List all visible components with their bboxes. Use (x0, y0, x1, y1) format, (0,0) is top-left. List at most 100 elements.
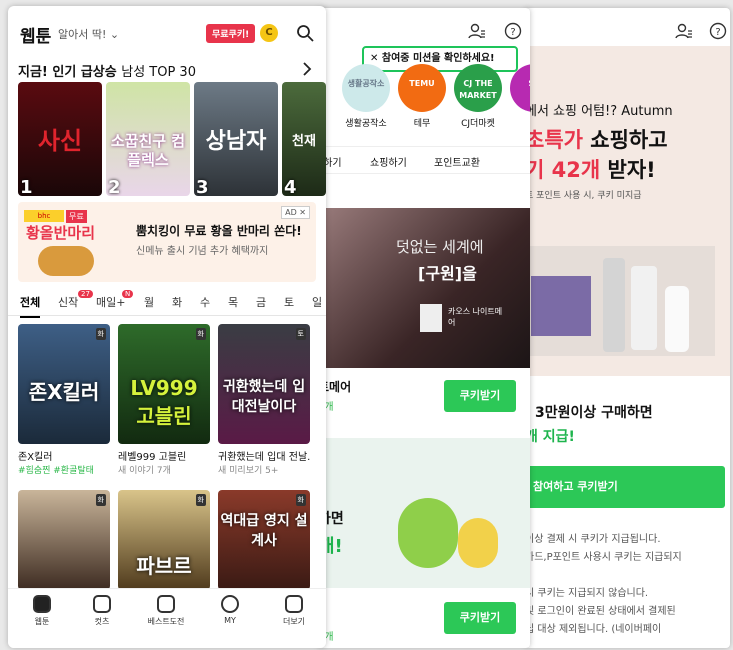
tab-webtoon[interactable]: 웹툰 (12, 595, 72, 627)
tab-daily[interactable]: 매일+ N (96, 290, 134, 310)
brand-label: 테무 (413, 119, 431, 129)
banner-line3: 기 42개 받자! (525, 158, 656, 182)
tab-sat[interactable]: 토 (284, 294, 294, 310)
brand-logo[interactable]: 생활공작소 (342, 64, 390, 112)
webtoon-tags: #힘숨찐 #환골탈태 (18, 466, 94, 476)
more-icon (285, 595, 303, 613)
top-ranking-list: 사신 1 소꿉친구 컴플렉스 2 상남자 3 천재 4 (18, 82, 326, 196)
game-logo-icon (420, 304, 442, 332)
svg-text:?: ? (715, 27, 720, 38)
ad-banner[interactable]: bhc 무료 황올반마리 뿜치킹이 무료 황올 반마리 쏜다! 신메뉴 출시 기… (18, 202, 316, 282)
join-cookie-button[interactable]: 참여하고 쿠키받기 (525, 466, 725, 508)
tab-new[interactable]: 신작 27 (58, 290, 93, 310)
search-icon[interactable] (296, 24, 314, 42)
webtoon-card[interactable]: 화 (18, 490, 110, 590)
chevron-down-icon: ⌄ (106, 28, 120, 41)
webtoon-card[interactable]: LV999 고블린 화 레벨999 고블린 새 이야기 7개 (118, 324, 210, 476)
webtoon-card[interactable]: 파브르 화 (118, 490, 210, 590)
mascot-image (458, 518, 498, 568)
new-badge: N (122, 290, 134, 298)
tab-my[interactable]: MY (200, 595, 260, 625)
brand-logo[interactable]: SS (510, 64, 530, 112)
tab-thu[interactable]: 목 (228, 294, 238, 310)
tab[interactable]: 쇼핑하기 (370, 154, 407, 169)
webtoon-card[interactable]: 역대급 영지 설계사 화 (218, 490, 310, 590)
shopping-screen: ? ✕ 참여중 미션을 확인하세요! 생활공작소 TEMU CJ THE MAR… (318, 8, 530, 648)
webtoon-title: 귀환했는데 입대 전날... (218, 452, 310, 463)
tab-all[interactable]: 전체 (20, 294, 41, 318)
webtoon-home-screen: 웹툰 알아서 딱! ⌄ 무료쿠키! C 지금! 인기 급상승 남성 TOP 30… (8, 6, 326, 648)
webtoon-card[interactable]: 존X킬러 화 존X킬러 #힘숨찐 #환골탈태 (18, 324, 110, 476)
condition-title: 3만원이상 구매하면 (535, 405, 653, 421)
webtoon-update: 새 이야기 7개 (118, 466, 171, 476)
banner-text: 덧없는 세계에 (396, 238, 484, 256)
tab-fri[interactable]: 금 (256, 294, 266, 310)
tab-more[interactable]: 더보기 (264, 595, 324, 627)
ad-close-button[interactable]: AD ✕ (281, 206, 310, 219)
webtoon-thumbnail: 존X킬러 화 (18, 324, 110, 444)
tab[interactable]: 포인트교환 (434, 154, 480, 169)
tab-cuts[interactable]: 컷츠 (72, 595, 132, 627)
banner-line1: 에서 쇼핑 어텀!? Autumn (525, 104, 673, 119)
autumn-offer-banner[interactable]: 하면 개! (318, 438, 530, 588)
webtoon-card[interactable]: 귀환했는데 입대전날이다 토 귀환했는데 입대 전날... 새 미리보기 5+ (218, 324, 310, 476)
brand-logo[interactable]: CJ THE MARKET (454, 64, 502, 112)
weekday-tabs: 전체 신작 27 매일+ N 월 화 수 목 금 토 일 (8, 288, 326, 318)
header: 웹툰 알아서 딱! ⌄ 무료쿠키! C (8, 6, 326, 58)
autumn-banner: 에서 쇼핑 어텀!? Autumn 초특가 쇼핑하고 기 42개 받자! 트 포… (525, 46, 730, 376)
section-title[interactable]: 지금! 인기 급상승 남성 TOP 30 (18, 61, 196, 80)
help-icon[interactable]: ? (709, 22, 727, 40)
ad-subtitle: 신메뉴 출시 기념 추가 혜택까지 (136, 246, 269, 257)
svg-text:?: ? (510, 27, 515, 38)
app-logo[interactable]: 웹툰 (20, 22, 51, 47)
recommend-dropdown[interactable]: 알아서 딱! ⌄ (58, 26, 119, 42)
tab-tue[interactable]: 화 (172, 294, 182, 310)
webtoon-icon (33, 595, 51, 613)
tab-best[interactable]: 베스트도전 (136, 595, 196, 627)
webtoon-title: 레벨999 고블린 (118, 452, 187, 463)
webtoon-thumbnail: 귀환했는데 입대전날이다 토 (218, 324, 310, 444)
note-line: 및 로그인이 완료된 상태에서 결제된 (525, 606, 676, 617)
brand-logo[interactable]: TEMU (398, 64, 446, 112)
chicken-image (38, 246, 94, 276)
help-icon[interactable]: ? (504, 22, 522, 40)
brand-label: SS (506, 116, 530, 126)
webtoon-title: 존X킬러 (18, 452, 53, 463)
ranking-item[interactable]: 사신 1 (18, 82, 102, 196)
chevron-right-icon[interactable] (298, 60, 316, 78)
tab-sun[interactable]: 일 (312, 294, 322, 310)
offer-row: 3개 쿠키받기 (318, 588, 530, 648)
user-list-icon[interactable] (468, 22, 486, 40)
smile-icon (221, 595, 239, 613)
webtoon-thumbnail: LV999 고블린 화 (118, 324, 210, 444)
free-cookie-button[interactable]: 무료쿠키! (206, 24, 256, 43)
note-line: 이상 결제 시 쿠키가 지급됩니다. (525, 534, 661, 545)
tab-mon[interactable]: 월 (144, 294, 154, 310)
user-list-icon[interactable] (675, 22, 693, 40)
get-cookie-button[interactable]: 쿠키받기 (444, 380, 516, 412)
brand-list: 생활공작소 TEMU CJ THE MARKET SS 생활공작소 테무 CJ더… (318, 64, 530, 134)
ad-title: 뿜치킹이 무료 황올 반마리 쏜다! (136, 224, 302, 238)
banner-text: [구원]을 (418, 264, 477, 283)
webtoon-thumbnail: 파브르 화 (118, 490, 210, 590)
get-cookie-button[interactable]: 쿠키받기 (444, 602, 516, 634)
ad-brand: 황올반마리 (26, 224, 96, 242)
ranking-item[interactable]: 소꿉친구 컴플렉스 2 (106, 82, 190, 196)
coin-icon[interactable]: C (260, 24, 278, 42)
reward-title: 개 지급! (525, 429, 575, 445)
bottom-tab-bar: 웹툰 컷츠 베스트도전 MY 더보기 (8, 588, 326, 648)
count-badge: 27 (78, 290, 93, 298)
ranking-item[interactable]: 상남자 3 (194, 82, 278, 196)
play-icon (93, 595, 111, 613)
shopping-tabs: 전하기 쇼핑하기 포인트교환 (318, 146, 530, 174)
star-icon (157, 595, 175, 613)
game-banner[interactable]: 덧없는 세계에 [구원]을 카오스 나이트메어 (318, 208, 530, 368)
brand-logo: bhc (24, 210, 64, 222)
mascot-image (398, 498, 458, 568)
tab-wed[interactable]: 수 (200, 294, 210, 310)
brand-label: 생활공작소 (345, 119, 387, 129)
ranking-item[interactable]: 천재 4 (282, 82, 326, 196)
close-icon[interactable]: ✕ (370, 53, 382, 64)
event-screen: ? 에서 쇼핑 어텀!? Autumn 초특가 쇼핑하고 기 42개 받자! 트… (525, 8, 730, 648)
webtoon-thumbnail: 역대급 영지 설계사 화 (218, 490, 310, 590)
